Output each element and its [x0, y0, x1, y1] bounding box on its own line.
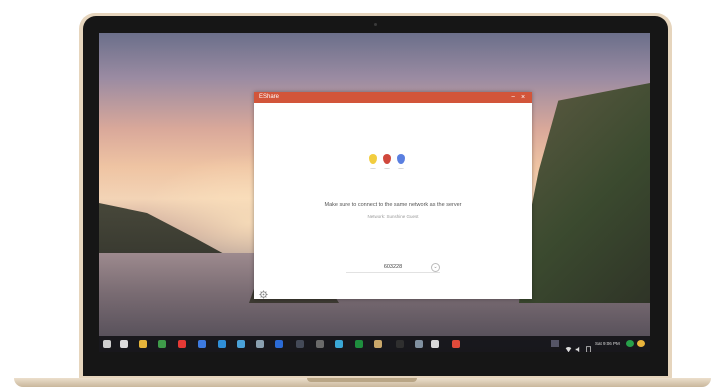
chrome-icon[interactable] — [139, 340, 147, 348]
pen-icon[interactable] — [316, 340, 324, 348]
files-icon[interactable] — [120, 340, 128, 348]
box-icon[interactable] — [431, 340, 439, 348]
check-icon[interactable] — [275, 340, 283, 348]
clock-time: Sat 9:06 PM — [595, 341, 620, 346]
presentation-icon[interactable] — [452, 340, 460, 348]
blue-pin-icon — [397, 154, 405, 164]
avatar[interactable] — [637, 340, 645, 347]
system-tray[interactable]: Sat 9:06 PM — [551, 339, 647, 352]
close-button[interactable]: × — [521, 93, 525, 102]
youtube-icon[interactable] — [178, 340, 186, 348]
app2-icon[interactable] — [296, 340, 304, 348]
instruction-message: Make sure to connect to the same network… — [324, 202, 462, 208]
store-icon[interactable] — [218, 340, 226, 348]
launcher-icon[interactable] — [103, 340, 111, 348]
network-name: Network: Sunshine Guest — [367, 214, 419, 219]
screen-icon[interactable] — [551, 340, 559, 347]
terminal-icon[interactable] — [396, 340, 404, 348]
laptop-base-notch — [307, 378, 417, 382]
title-bar[interactable]: EShare − × — [254, 92, 532, 103]
red-pin-icon — [383, 154, 391, 164]
account-icon[interactable] — [626, 340, 634, 347]
minimize-button[interactable]: − — [511, 93, 515, 102]
window-icon[interactable] — [415, 340, 423, 348]
app-icon[interactable] — [237, 340, 245, 348]
network-dots — [369, 154, 409, 174]
dot-shadow — [398, 168, 404, 169]
webcam — [374, 23, 377, 26]
taskbar: Sat 9:06 PM — [99, 336, 650, 352]
wallpaper-cliff — [519, 83, 650, 303]
battery-icon — [585, 340, 591, 352]
sheets-icon[interactable] — [355, 340, 363, 348]
volume-icon — [575, 340, 581, 352]
wifi-icon — [565, 340, 572, 352]
yellow-pin-icon — [369, 154, 377, 164]
window-title: EShare — [259, 94, 280, 100]
chevron-down-icon[interactable]: ⌄ — [431, 263, 440, 272]
drive-icon[interactable] — [158, 340, 166, 348]
docs-icon[interactable] — [198, 340, 206, 348]
eshare-window: EShare − × Make sure to connect to the s… — [254, 92, 532, 299]
folder-icon[interactable] — [374, 340, 382, 348]
dot-shadow — [370, 168, 376, 169]
photos-icon[interactable] — [335, 340, 343, 348]
calc-icon[interactable] — [256, 340, 264, 348]
connection-code-field[interactable]: 603228 — [346, 262, 440, 273]
dot-shadow — [384, 168, 390, 169]
gear-icon[interactable] — [259, 286, 268, 299]
